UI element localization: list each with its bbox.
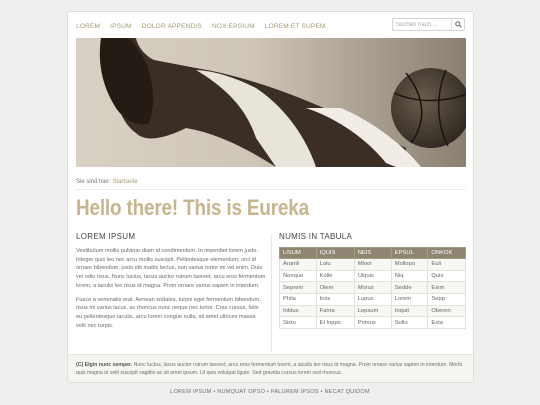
table-header-cell: ONKOK [427, 247, 466, 259]
table-row: Inktus Fahra Lepsum Inquit Oberon [279, 304, 466, 318]
table-cell: Sollo [390, 316, 429, 330]
table-header-cell: LISUM [279, 247, 317, 259]
table-cell: Niq [390, 269, 429, 283]
table-cell: Quis [427, 269, 466, 283]
table-row: Phila Inxs Lupus Lorem Sepp [279, 293, 466, 306]
left-paragraph-1: Vestibulum mollis pulvinar diam id condi… [76, 248, 266, 289]
table-cell: Exim [427, 281, 466, 295]
table-cell: Euli [427, 258, 466, 271]
nav-item-lorem[interactable]: LOREM [76, 20, 100, 34]
page-container: LOREM IPSUM DOLOR APPENDIS NOX EPSIUM LO… [67, 11, 474, 383]
table-cell: Sepp [427, 293, 466, 306]
search-icon [454, 21, 462, 28]
bullet-separator: • [266, 389, 270, 395]
table-cell: Mollopo [390, 258, 429, 271]
table-cell: Exta [427, 316, 466, 330]
nav-item-dolor-appendis[interactable]: DOLOR APPENDIS [142, 20, 202, 34]
table-cell: Sedde [390, 281, 429, 295]
table-header-cell: NEIS [353, 247, 392, 259]
search-box [392, 18, 465, 31]
left-paragraph-2: Fusce a venenatis erat. Aenean sodales, … [76, 296, 261, 329]
table-cell: Morus [353, 281, 392, 295]
table-cell: Kolle [315, 269, 355, 283]
table-cell: Aramli [279, 258, 317, 271]
data-table: LISUM IQUIS NEIS EPSUL ONKOK Aramli Lolu… [279, 247, 466, 330]
bottom-links: LOREM IPSUM • NUMQUAT OPSO • PALUREM IPS… [0, 389, 540, 395]
table-cell: Inxs [315, 293, 355, 306]
bottom-link-lorem-ipsum[interactable]: LOREM IPSUM [170, 389, 211, 395]
breadcrumb-prefix: Sie sind hier: [76, 179, 111, 185]
table-cell: Lolu [315, 258, 355, 271]
nav-item-nox-epsium[interactable]: NOX EPSIUM [212, 20, 255, 34]
table-cell: Primus [353, 316, 392, 330]
table-cell: Inquit [390, 304, 429, 318]
breadcrumb-home-link[interactable]: Startseite [112, 179, 137, 185]
basketball-player-photo [76, 38, 466, 167]
table-cell: Phila [279, 293, 317, 306]
table-row: Seprem Olem Morus Sedde Exim [279, 281, 466, 295]
table-cell: Inktus [279, 304, 317, 318]
bottom-link-palurem-ipsos[interactable]: PALUREM IPSOS [271, 389, 319, 395]
nav-item-ipsum[interactable]: IPSUM [110, 20, 132, 34]
table-cell: Nonque [279, 269, 317, 283]
table-cell: Oberon [427, 304, 466, 318]
footer-text: Nunc luctus, lacus auctor rutrum laoreet… [76, 362, 463, 376]
search-button[interactable] [451, 19, 464, 30]
table-cell: Olem [315, 281, 355, 295]
nav-item-lorem-et-supem[interactable]: LOREM ET SUPEM [265, 20, 326, 34]
breadcrumb: Sie sind hier: Startseite [76, 179, 138, 185]
table-header-cell: IQUIS [315, 247, 355, 259]
table-cell: Mlooi [353, 258, 392, 271]
right-column: NUMIS IN TABULA LISUM IQUIS NEIS EPSUL O… [279, 232, 466, 330]
search-input[interactable] [393, 19, 451, 30]
right-heading: NUMIS IN TABULA [279, 232, 353, 241]
main-nav: LOREM IPSUM DOLOR APPENDIS NOX EPSIUM LO… [76, 20, 326, 34]
bullet-separator: • [213, 389, 216, 395]
table-row: Sixtu Et loppo Primus Sollo Exta [279, 316, 466, 330]
table-cell: Fahra [315, 304, 355, 318]
table-cell: Seprem [279, 281, 317, 295]
table-cell: Sixtu [279, 316, 317, 330]
bullet-separator: • [320, 389, 323, 395]
bottom-link-numquat-opso[interactable]: NUMQUAT OPSO [217, 389, 265, 395]
table-row: Aramli Lolu Mlooi Mollopo Euli [279, 258, 466, 271]
table-header-row: LISUM IQUIS NEIS EPSUL ONKOK [279, 247, 466, 259]
table-cell: Lepsum [353, 304, 392, 318]
table-cell: Ulquis [353, 269, 392, 283]
bottom-link-necat-quidom[interactable]: NECAT QUIDOM [324, 389, 369, 395]
column-divider [271, 234, 272, 352]
footer-box: (C) Elgin nunc semper. Nunc luctus, lacu… [68, 354, 473, 382]
table-header-cell: EPSUL [390, 247, 429, 259]
page-title: Hello there! This is Eureka [76, 195, 309, 220]
footer-copyright: (C) Elgin nunc semper. [76, 362, 133, 368]
table-row: Nonque Kolle Ulquis Niq Quis [279, 269, 466, 283]
left-column: LOREM IPSUM Vestibulum mollis pulvinar d… [76, 232, 266, 335]
table-cell: Lorem [390, 293, 429, 306]
table-cell: Et loppo [315, 316, 355, 330]
table-cell: Lupus [353, 293, 392, 306]
breadcrumb-divider [76, 189, 466, 190]
hero-image [76, 38, 466, 167]
left-heading: LOREM IPSUM [76, 232, 136, 241]
